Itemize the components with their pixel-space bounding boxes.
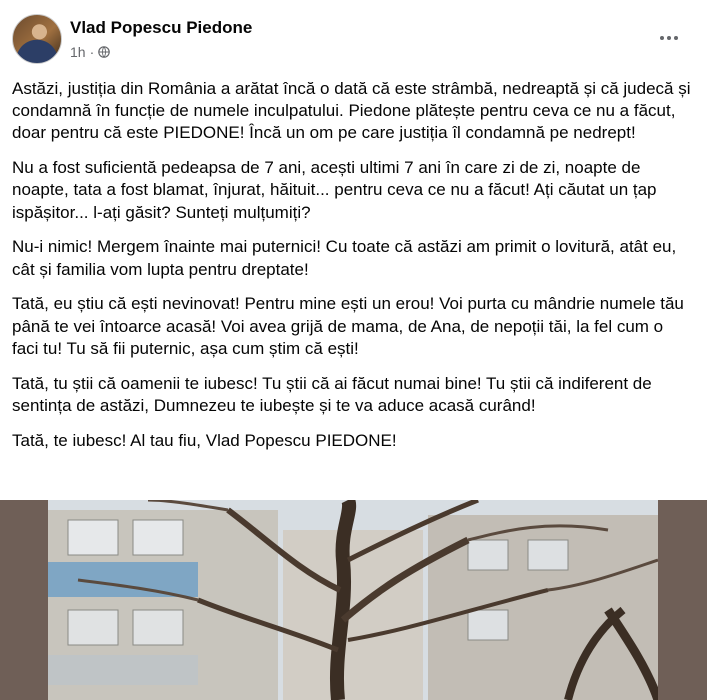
post-text: Astăzi, justiția din România a arătat în… [12,78,692,464]
post-time[interactable]: 1h [70,44,86,60]
post-photo[interactable] [0,500,707,700]
post-meta: 1h · [70,44,111,60]
post-header: Vlad Popescu Piedone 1h · [12,10,695,66]
paragraph: Astăzi, justiția din România a arătat în… [12,79,691,143]
more-options-icon[interactable] [655,28,683,48]
paragraph: Tată, tu știi că oamenii te iubesc! Tu ș… [12,373,652,415]
dot-icon [660,36,664,40]
photo-image [48,500,658,700]
author-avatar[interactable] [12,14,62,64]
paragraph: Nu-i nimic! Mergem înainte mai puternici… [12,237,677,279]
author-name[interactable]: Vlad Popescu Piedone [70,18,252,38]
paragraph: Tată, eu știu că ești nevinovat! Pentru … [12,294,684,358]
facebook-post: Vlad Popescu Piedone 1h · Astăzi, justiț… [0,0,707,700]
paragraph: Tată, te iubesc! Al tau fiu, Vlad Popesc… [12,430,397,450]
dot-icon [674,36,678,40]
building-tree-illustration [48,500,658,700]
paragraph: Nu a fost suficientă pedeapsa de 7 ani, … [12,158,657,222]
dot-icon [667,36,671,40]
globe-icon[interactable] [98,46,111,58]
meta-separator: · [89,44,95,60]
